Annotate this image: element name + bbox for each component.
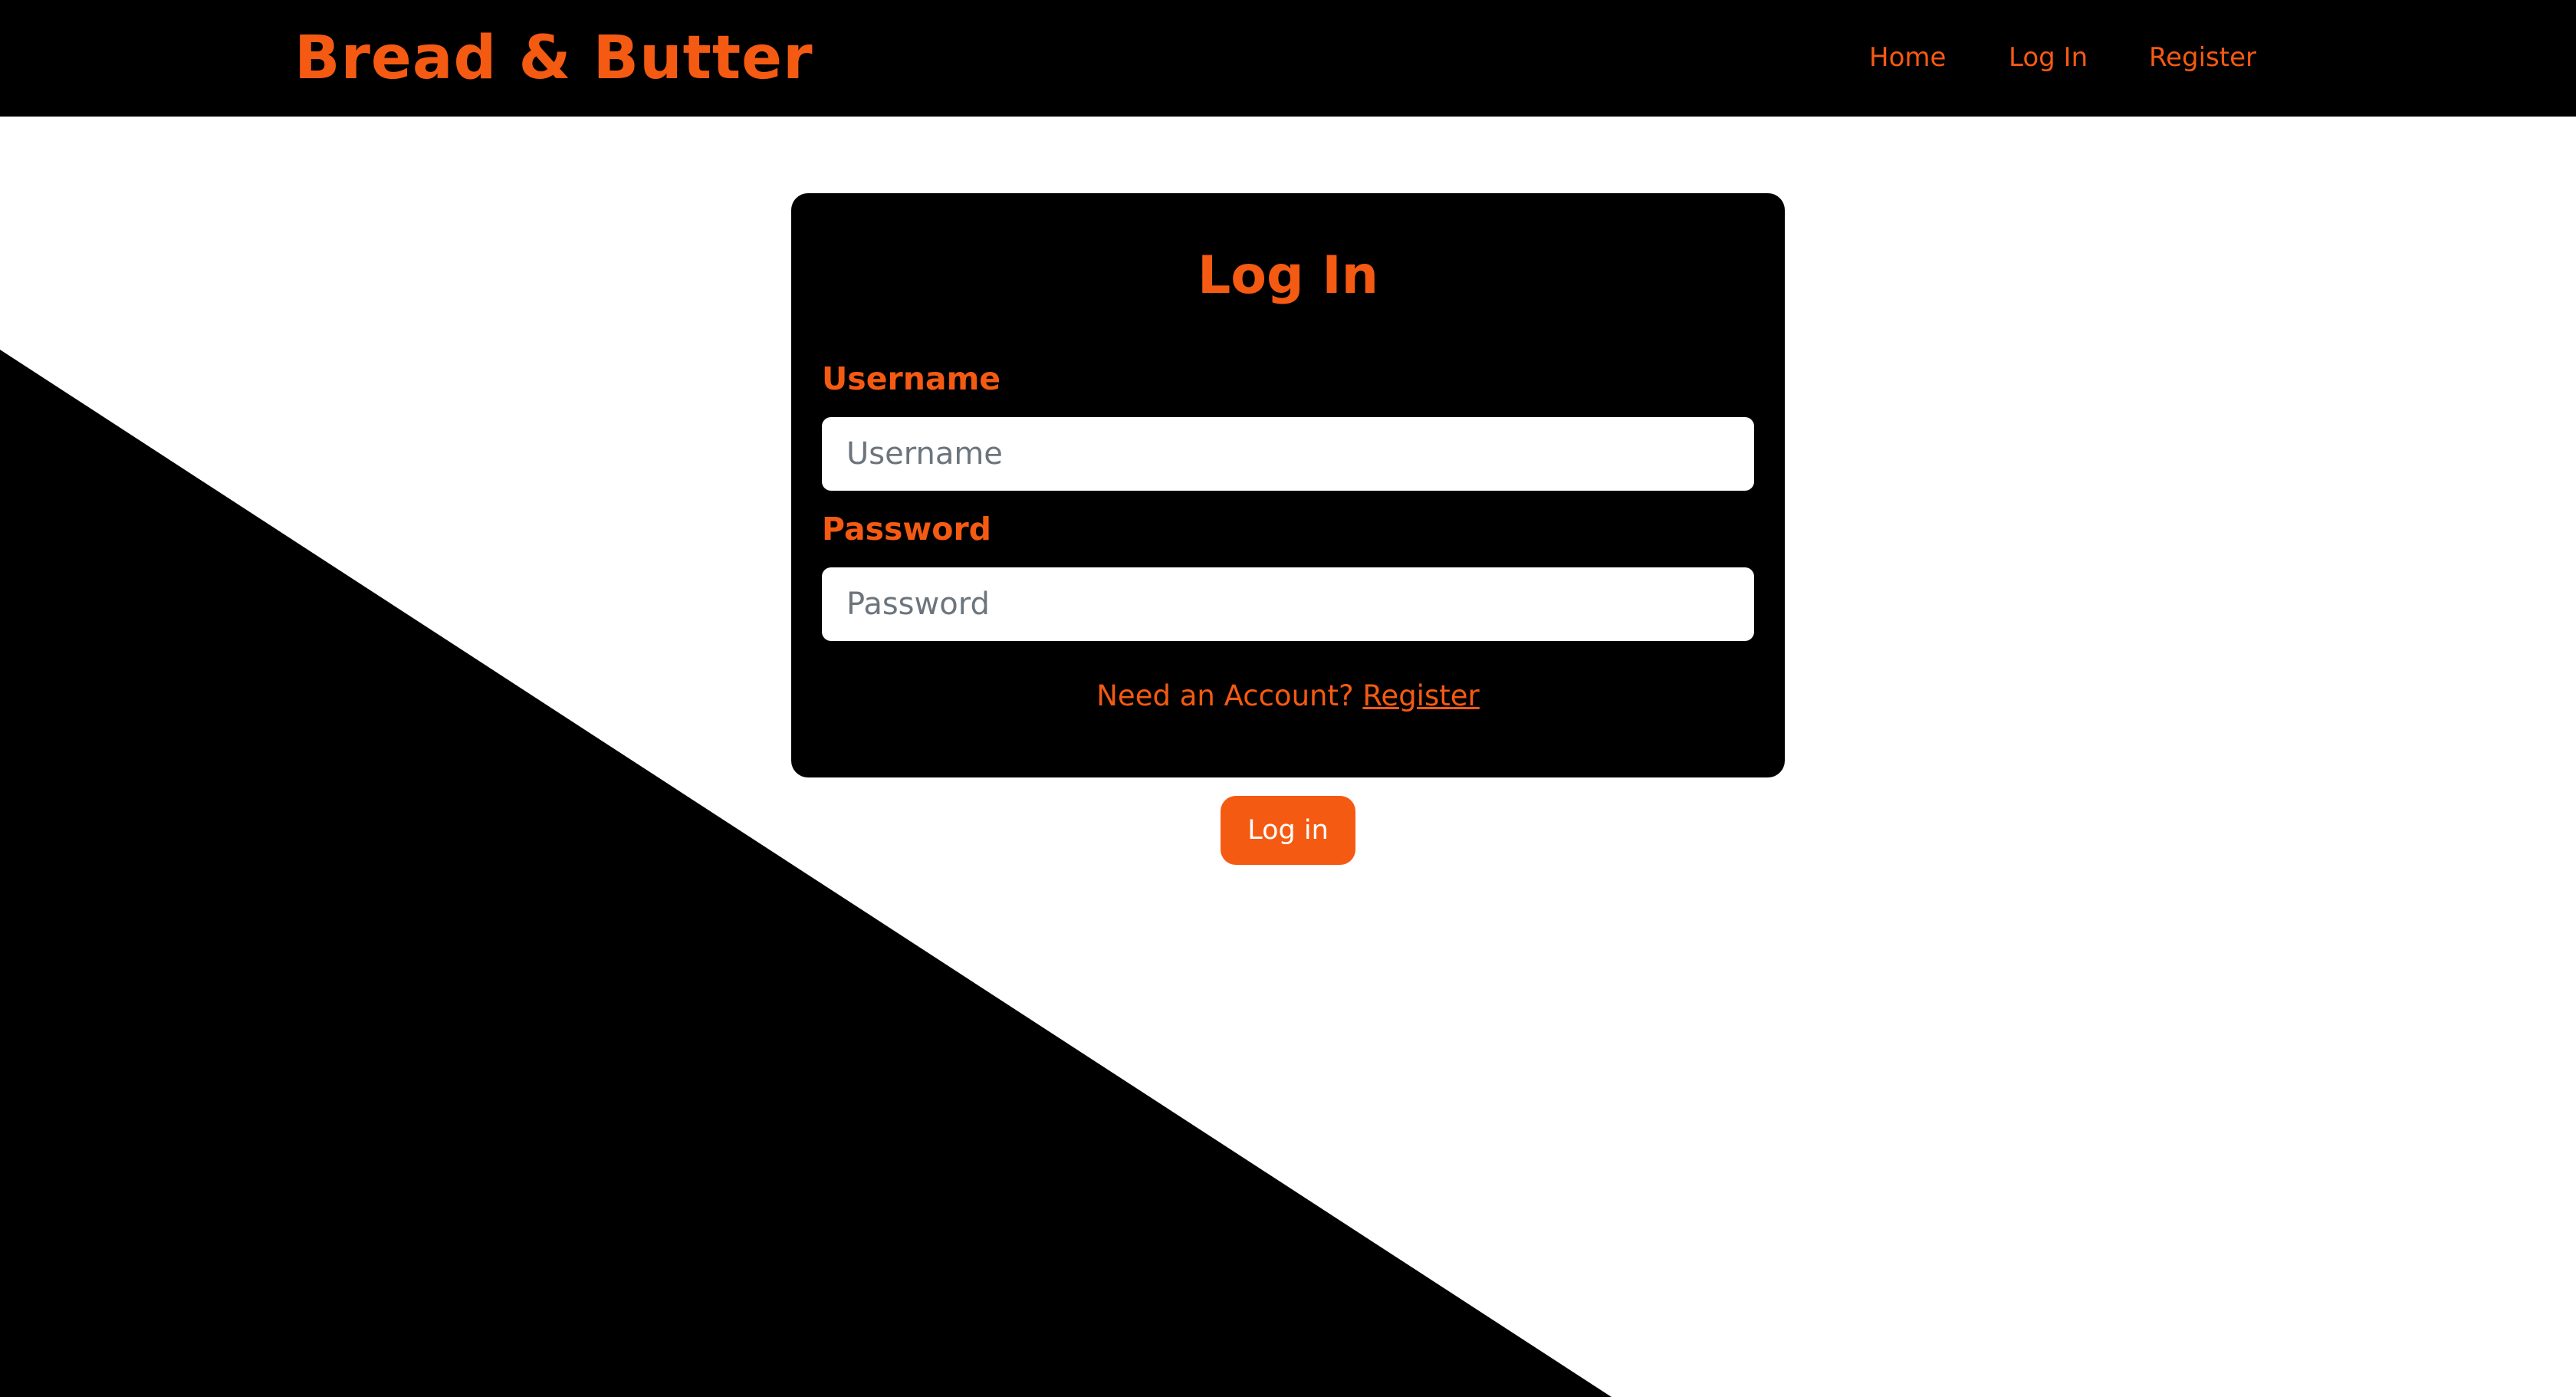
register-prompt: Need an Account? Register (791, 675, 1785, 718)
nav-link-register[interactable]: Register (2149, 38, 2256, 77)
username-input[interactable] (822, 417, 1754, 491)
brand-logo-link[interactable]: Bread & Butter (294, 20, 813, 97)
nav-link-login[interactable]: Log In (2009, 38, 2088, 77)
login-title: Log In (1197, 245, 1379, 306)
password-label: Password (822, 511, 992, 547)
password-input[interactable] (822, 567, 1754, 641)
register-link[interactable]: Register (1362, 679, 1479, 712)
navbar: Bread & Butter Home Log In Register (0, 0, 2576, 117)
page: Bread & Butter Home Log In Register Log … (0, 0, 2576, 1397)
account-prompt-text: Need an Account? (1096, 679, 1363, 712)
login-button[interactable]: Log in (1221, 796, 1355, 865)
login-card: Log In Username Password Need an Account… (791, 193, 1785, 777)
nav-link-home[interactable]: Home (1869, 38, 1946, 77)
username-label: Username (822, 360, 1001, 397)
